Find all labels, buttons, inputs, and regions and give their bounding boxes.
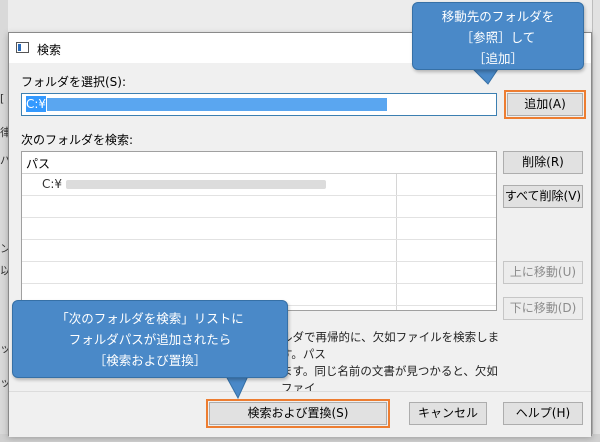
callout-bottom-line: 「次のフォルダを検索」リストに: [56, 311, 244, 326]
callout-bottom-line: ［検索および置換］: [93, 353, 207, 368]
callout-bottom: 「次のフォルダを検索」リストに フォルダパスが追加されたら ［検索および置換］: [12, 300, 288, 378]
callout-bottom-line: フォルダパスが追加されたら: [68, 332, 232, 347]
